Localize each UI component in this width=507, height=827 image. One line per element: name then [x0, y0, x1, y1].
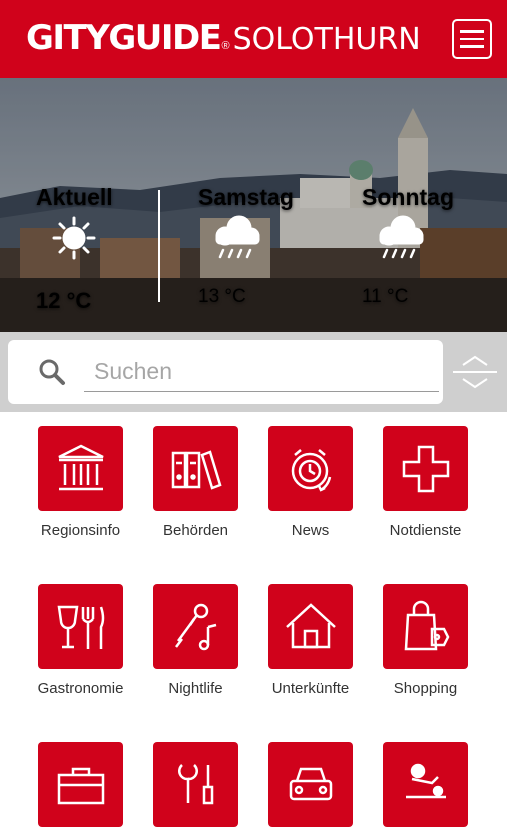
- microphone-music-icon: [174, 603, 216, 650]
- category-tile-business[interactable]: [38, 742, 123, 827]
- cross-icon: [402, 445, 449, 492]
- hamburger-menu-button[interactable]: [452, 19, 492, 59]
- category-label-nightlife: Nightlife: [168, 680, 223, 697]
- briefcase-icon: [57, 767, 104, 804]
- cityguide-logo[interactable]: GITYGUIDE ® SOLOTHURN: [26, 18, 421, 62]
- category-tile-unterkuenfte[interactable]: [268, 584, 353, 669]
- weather-day-current: Aktuell: [36, 184, 113, 210]
- category-label-regionsinfo: Regionsinfo: [40, 522, 121, 539]
- binders-icon: [171, 449, 222, 490]
- category-tile-mobility[interactable]: [268, 742, 353, 827]
- weather-temp-current: 12 °C: [36, 288, 92, 313]
- category-tile-wellness[interactable]: [383, 742, 468, 827]
- category-tile-gastronomie[interactable]: [38, 584, 123, 669]
- massage-icon: [405, 763, 446, 798]
- building-columns-icon: [57, 444, 104, 490]
- category-label-behoerden: Behörden: [162, 522, 229, 539]
- weather-temp-sunday: 11 °C: [362, 286, 409, 307]
- weather-temp-saturday: 13 °C: [198, 286, 246, 307]
- search-input[interactable]: [84, 352, 439, 392]
- sun-icon: [52, 216, 96, 260]
- category-label-notdienste: Notdienste: [389, 522, 462, 539]
- hamburger-menu-icon: [460, 30, 484, 33]
- category-label-news: News: [291, 522, 330, 539]
- alarm-clock-icon: [291, 448, 331, 492]
- tools-icon: [177, 763, 213, 804]
- search-bar: [0, 332, 507, 412]
- category-tile-nightlife[interactable]: [153, 584, 238, 669]
- category-label-gastronomie: Gastronomie: [37, 680, 124, 697]
- wine-cutlery-icon: [57, 605, 104, 649]
- expand-collapse-icon[interactable]: [453, 352, 497, 392]
- app-header: GITYGUIDE ® SOLOTHURN: [0, 0, 507, 78]
- weather-divider: [158, 190, 160, 302]
- category-tile-news[interactable]: [268, 426, 353, 511]
- car-icon: [289, 767, 332, 800]
- logo-city-text: SOLOTHURN: [232, 22, 421, 57]
- search-box: [8, 340, 443, 404]
- weather-hero: Aktuell 12 °C Samstag 13 °C Sonntag 11 °…: [0, 78, 507, 332]
- category-label-shopping: Shopping: [393, 680, 458, 697]
- category-tile-notdienste[interactable]: [383, 426, 468, 511]
- logo-registered-mark: ®: [221, 40, 230, 52]
- weather-day-sunday: Sonntag: [362, 184, 454, 210]
- house-icon: [285, 602, 336, 648]
- shopping-bag-icon: [404, 600, 449, 650]
- category-label-unterkuenfte: Unterkünfte: [271, 680, 350, 697]
- weather-day-saturday: Samstag: [198, 184, 294, 210]
- search-icon[interactable]: [38, 358, 66, 386]
- category-tile-regionsinfo[interactable]: [38, 426, 123, 511]
- category-tile-behoerden[interactable]: [153, 426, 238, 511]
- category-tile-services[interactable]: [153, 742, 238, 827]
- logo-main-text: GITYGUIDE: [26, 18, 222, 58]
- category-tile-shopping[interactable]: [383, 584, 468, 669]
